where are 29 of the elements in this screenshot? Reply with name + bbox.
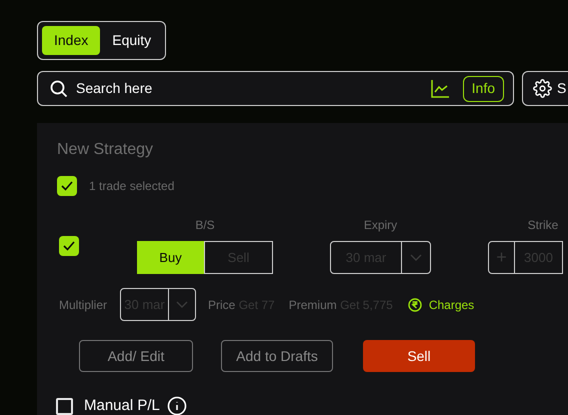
- action-button[interactable]: Add/ Edit: [79, 340, 193, 372]
- checkbox[interactable]: [59, 236, 79, 256]
- search-icon: [50, 80, 68, 98]
- multiplier-label: Multiplier: [59, 296, 108, 314]
- info-icon[interactable]: [166, 396, 187, 415]
- checkbox[interactable]: [56, 398, 73, 414]
- action-button[interactable]: Sell: [363, 340, 475, 372]
- checkmark-icon: [63, 241, 75, 251]
- chevron-down-icon: [176, 300, 188, 308]
- checkmark-icon: [61, 181, 73, 191]
- line-chart-icon[interactable]: [430, 79, 450, 98]
- settings-button[interactable]: S: [522, 71, 568, 106]
- column-label: B/S: [195, 217, 215, 234]
- side-toggle-option[interactable]: Buy: [137, 241, 204, 274]
- search-field[interactable]: Search here Info: [37, 71, 514, 106]
- checkbox[interactable]: [57, 176, 77, 196]
- info-button[interactable]: Info: [462, 76, 504, 102]
- gear-icon: [533, 79, 552, 98]
- column-label: Expiry: [364, 217, 398, 234]
- chevron-down-icon: [410, 254, 422, 262]
- strategy-title: New Strategy: [57, 140, 154, 160]
- trades-selected-label: 1 trade selected: [89, 178, 174, 195]
- action-button[interactable]: Add to Drafts: [221, 340, 333, 372]
- column-label: Strike: [528, 217, 558, 234]
- rupee-icon: [408, 298, 422, 312]
- charges-link[interactable]: Charges: [428, 296, 474, 314]
- segment-tab[interactable]: Index: [42, 26, 100, 55]
- segment-tab[interactable]: Equity: [102, 26, 162, 55]
- manual-pl-label: Manual P/L: [84, 397, 160, 415]
